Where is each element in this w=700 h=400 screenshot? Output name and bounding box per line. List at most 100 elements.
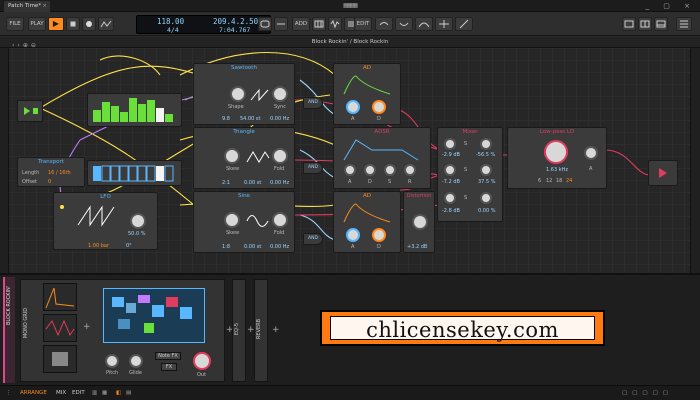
audio-out-module[interactable]: [648, 160, 678, 186]
sine-fold-label: Fold: [274, 230, 285, 236]
mixer-pan-2-value: 37.5 %: [478, 179, 496, 185]
triangle-skew-knob[interactable]: [224, 148, 240, 164]
slope-6[interactable]: 6: [538, 178, 541, 184]
arrange-tab[interactable]: ARRANGE: [20, 386, 47, 400]
sine-title: Sine: [238, 193, 250, 199]
sawtooth-offset[interactable]: 0.00 Hz: [270, 116, 289, 122]
sine-fold-knob[interactable]: [272, 212, 288, 228]
osc-preview-2[interactable]: [43, 314, 77, 342]
mixer-gain-3-knob[interactable]: [444, 192, 456, 204]
sine-tune[interactable]: 0.00 st: [244, 244, 261, 250]
adsr-envelope[interactable]: ADSR A D S R: [333, 127, 431, 189]
ad2-title: AD: [363, 193, 371, 199]
grid-preview[interactable]: [103, 288, 205, 343]
length-value[interactable]: 16 / 16th: [48, 170, 71, 176]
piano-view-icon[interactable]: ▥: [92, 386, 97, 400]
osc-preview-3[interactable]: [43, 345, 77, 373]
lowpass-cutoff-knob[interactable]: [544, 140, 568, 164]
ad2-decay-knob[interactable]: [372, 228, 386, 242]
note-in-module[interactable]: [17, 100, 43, 122]
sawtooth-shape-knob[interactable]: [230, 86, 246, 102]
slope-12[interactable]: 12: [546, 178, 552, 184]
mixer-pan-3-knob[interactable]: [480, 192, 492, 204]
track-name-strip[interactable]: BLOCK ROCKIN': [3, 277, 15, 383]
lfo-module[interactable]: LFO 50.0 % 1.00 bar 0°: [53, 192, 158, 250]
mixer-pan-1-value: -56.5 %: [476, 152, 496, 158]
lfo-phase-value[interactable]: 0°: [126, 243, 132, 249]
eq-device[interactable]: EQ-5: [232, 279, 246, 382]
lowpass-cutoff-value[interactable]: 1.63 kHz: [546, 167, 568, 173]
ad-envelope-2[interactable]: AD A D: [333, 191, 401, 253]
adsr-sustain-knob[interactable]: [384, 164, 396, 176]
offset-value[interactable]: 0: [48, 179, 51, 185]
sawtooth-ratio[interactable]: 9.8: [222, 116, 230, 122]
mixer-pan-2-knob[interactable]: [480, 164, 492, 176]
pitch-sequencer-module[interactable]: [87, 160, 182, 186]
saw-wave-icon: [250, 88, 269, 102]
mixer-module[interactable]: Mixer S -2.9 dB -56.5 % S -7.2 dB 37.5 %…: [437, 127, 503, 222]
mixer-gain-2-knob[interactable]: [444, 164, 456, 176]
panel-toggle-icons[interactable]: ▢▢▢▢▢: [622, 386, 673, 400]
saw-preview-icon: [45, 287, 75, 309]
ad1-attack-knob[interactable]: [346, 100, 360, 114]
distortion-module[interactable]: Distortion +3.2 dB: [403, 191, 435, 253]
sine-module[interactable]: Sine Skew Fold 1:8 0.00 st 0.00 Hz: [193, 191, 295, 253]
grid-view-icon[interactable]: ▦: [102, 386, 107, 400]
out-knob[interactable]: [193, 352, 211, 370]
adsr-release-knob[interactable]: [404, 164, 416, 176]
sine-offset[interactable]: 0.00 Hz: [270, 244, 289, 250]
mixer-view-icon[interactable]: ▤: [126, 386, 131, 400]
triangle-skew-label: Skew: [226, 166, 240, 172]
pitch-steps: [93, 165, 174, 182]
slope-18[interactable]: 18: [556, 178, 562, 184]
edit-tab[interactable]: EDIT: [72, 386, 85, 400]
triangle-ratio[interactable]: 2:1: [222, 180, 230, 186]
ad2-curve-icon: [343, 203, 391, 223]
triangle-module[interactable]: Triangle Skew Fold 2:1 0.00 st 0.00 Hz: [193, 127, 295, 189]
sawtooth-sync-label: Sync: [274, 104, 287, 110]
add-device-icon[interactable]: +: [83, 322, 91, 332]
lowpass-resonance-knob[interactable]: [584, 146, 598, 160]
gate-sequencer-module[interactable]: [87, 93, 182, 127]
lfo-amount-knob[interactable]: [130, 213, 146, 229]
sine-ratio[interactable]: 1:8: [222, 244, 230, 250]
lfo-rate-value[interactable]: 1.00 bar: [88, 243, 109, 249]
triangle-offset[interactable]: 0.00 Hz: [270, 180, 289, 186]
watermark-banner: chlicensekey.com: [320, 310, 605, 346]
fx-button[interactable]: FX: [161, 363, 177, 371]
device-view-icon[interactable]: ◧: [116, 386, 121, 400]
transport-module[interactable]: Transport Length 16 / 16th Offset 0: [17, 157, 85, 187]
and-gate-3[interactable]: AND: [303, 233, 323, 245]
info-icon[interactable]: ⋮: [6, 386, 12, 400]
adsr-attack-knob[interactable]: [344, 164, 356, 176]
lfo-amount-value: 50.0 %: [128, 231, 146, 237]
slope-24[interactable]: 24: [566, 178, 572, 184]
distortion-drive-knob[interactable]: [412, 214, 428, 230]
ad-envelope-1[interactable]: AD A D: [333, 63, 401, 125]
sawtooth-tune[interactable]: 54.00 st: [240, 116, 260, 122]
mixer-pan-1-knob[interactable]: [480, 138, 492, 150]
sawtooth-module[interactable]: Sawtooth Shape Sync 9.8 54.00 st 0.00 Hz: [193, 63, 295, 125]
adsr-decay-knob[interactable]: [364, 164, 376, 176]
ad1-decay-knob[interactable]: [372, 100, 386, 114]
triangle-fold-knob[interactable]: [272, 148, 288, 164]
and-gate-1[interactable]: AND: [303, 97, 323, 109]
lfo-input-port[interactable]: [60, 205, 64, 209]
pitch-knob[interactable]: [105, 354, 119, 368]
sine-skew-knob[interactable]: [224, 212, 240, 228]
ad2-attack-knob[interactable]: [346, 228, 360, 242]
distortion-value[interactable]: +3.2 dB: [407, 244, 427, 250]
eq-title: EQ-5: [234, 322, 241, 336]
sawtooth-sync-knob[interactable]: [272, 86, 288, 102]
and-gate-2[interactable]: AND: [303, 162, 323, 174]
reverb-device[interactable]: REVERB: [254, 279, 268, 382]
add-end-icon[interactable]: +: [272, 325, 280, 335]
lowpass-filter-module[interactable]: Low-pass LD 1.63 kHz A 6 12 18 24: [507, 127, 607, 189]
triangle-tune[interactable]: 0.00 st: [244, 180, 261, 186]
osc-preview-1[interactable]: [43, 283, 77, 311]
mix-tab[interactable]: MIX: [56, 386, 66, 400]
polygrid-device[interactable]: MONO GRID + Pitch Glide Note FX FX Out: [20, 279, 225, 382]
mixer-gain-1-knob[interactable]: [444, 138, 456, 150]
note-fx-button[interactable]: Note FX: [155, 352, 181, 360]
glide-knob[interactable]: [129, 354, 143, 368]
